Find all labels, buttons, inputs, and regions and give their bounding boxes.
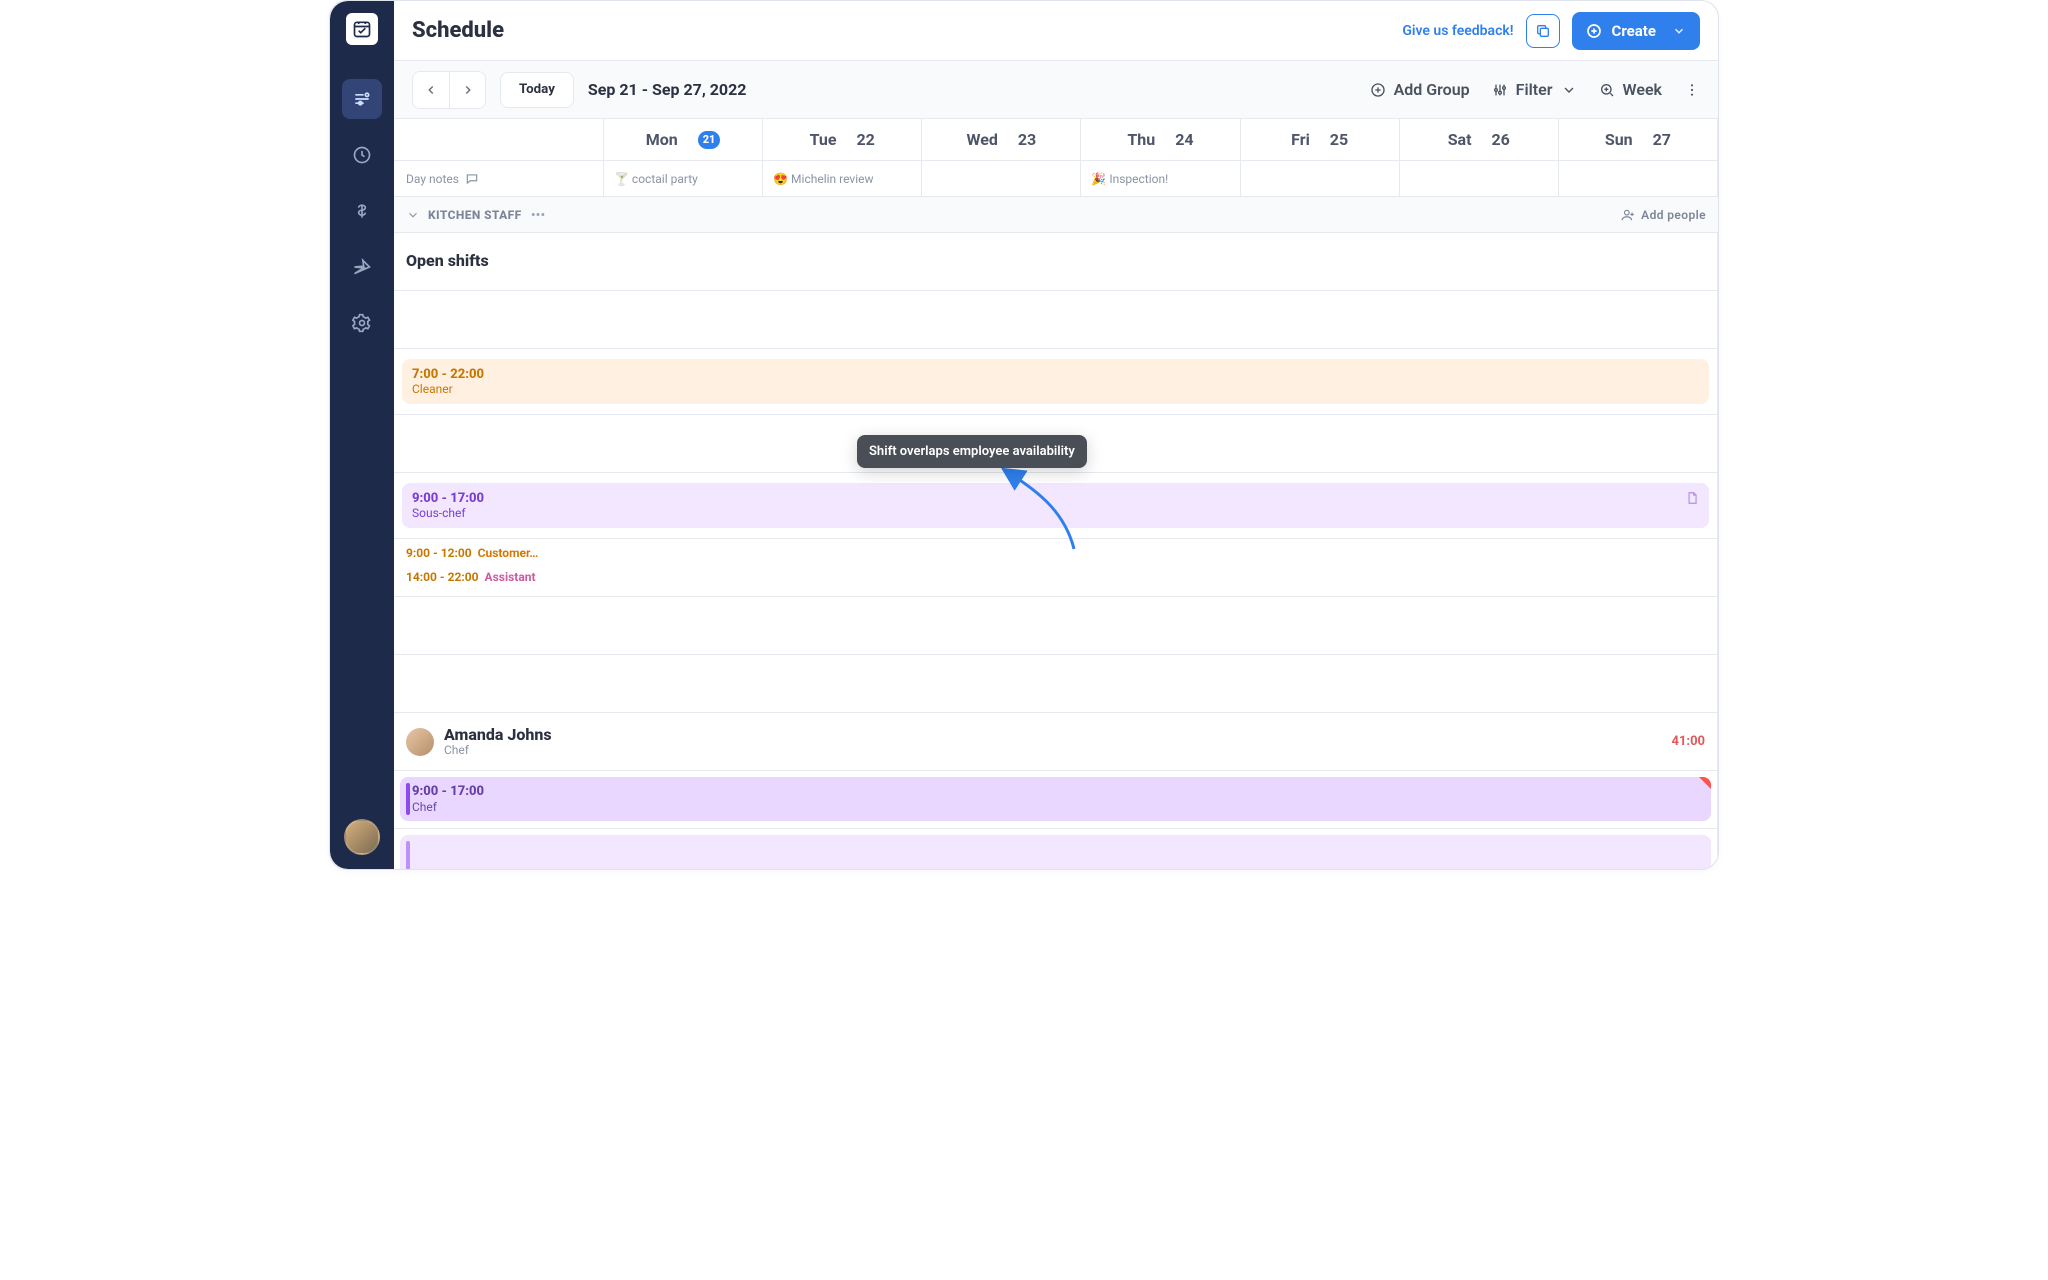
day-note-sun[interactable]: [1559, 161, 1718, 197]
create-label: Create: [1612, 22, 1656, 40]
user-avatar[interactable]: [344, 819, 380, 855]
day-notes-row: Day notes 🍸 coctail party 😍 Michelin rev…: [394, 161, 1718, 197]
brand-logo[interactable]: [346, 13, 378, 45]
group-menu-icon[interactable]: •••: [528, 208, 546, 222]
view-button[interactable]: Week: [1599, 80, 1662, 99]
day-header-thu[interactable]: Thu 24: [1081, 119, 1240, 161]
subbar: Today Sep 21 - Sep 27, 2022 Add Group Fi…: [394, 61, 1718, 119]
day-note-fri[interactable]: [1241, 161, 1400, 197]
chat-bubble-icon: [465, 172, 479, 186]
day-note-sat[interactable]: [1400, 161, 1559, 197]
employee-cell[interactable]: Amanda Johns Chef 41:00: [394, 713, 1718, 771]
warning-flag-icon: [1699, 777, 1711, 789]
open-shift-mini[interactable]: 9:00 - 12:00Customer…: [400, 543, 1711, 563]
chevron-down-icon: [406, 208, 420, 222]
day-note-thu[interactable]: 🎉 Inspection!: [1081, 161, 1240, 197]
day-header-mon[interactable]: Mon 21: [604, 119, 763, 161]
note-icon: [1685, 491, 1699, 505]
day-header-wed[interactable]: Wed 23: [922, 119, 1081, 161]
next-week-button[interactable]: [449, 72, 485, 108]
day-header-tue[interactable]: Tue 22: [763, 119, 922, 161]
prev-week-button[interactable]: [413, 72, 449, 108]
day-header-fri[interactable]: Fri 25: [1241, 119, 1400, 161]
day-notes-label: Day notes: [394, 161, 604, 197]
day-header-sun[interactable]: Sun 27: [1559, 119, 1718, 161]
day-note-tue[interactable]: 😍 Michelin review: [763, 161, 922, 197]
more-menu-icon[interactable]: [1684, 82, 1700, 98]
topbar: Schedule Give us feedback! Create: [394, 1, 1718, 61]
open-shifts-label: Open shifts: [394, 233, 1718, 291]
open-shift-card[interactable]: 9:00 - 17:00 Sous-chef: [402, 483, 1709, 528]
person-add-icon: [1621, 208, 1635, 222]
day-note-wed[interactable]: [922, 161, 1081, 197]
date-nav-segment: [412, 71, 486, 109]
nav-schedule-icon[interactable]: [342, 79, 382, 119]
shift-card-hidden[interactable]: [400, 835, 1711, 869]
nav-settings-icon[interactable]: [342, 303, 382, 343]
create-button[interactable]: Create: [1572, 12, 1700, 50]
page-title: Schedule: [412, 18, 504, 43]
add-group-button[interactable]: Add Group: [1370, 80, 1470, 99]
filter-button[interactable]: Filter: [1492, 80, 1577, 99]
add-people-button[interactable]: Add people: [1621, 208, 1706, 222]
day-header-row: Mon 21 Tue 22 Wed 23 Thu 24 Fri 25 Sat 2…: [394, 119, 1718, 161]
copy-icon-button[interactable]: [1526, 14, 1560, 48]
open-shift-mini[interactable]: 14:00 - 22:00Assistant: [400, 567, 1711, 587]
shift-card[interactable]: 9:00 - 17:00 Chef: [400, 777, 1711, 821]
open-shift-card[interactable]: 7:00 - 22:00 Cleaner: [402, 359, 1709, 404]
day-header-sat[interactable]: Sat 26: [1400, 119, 1559, 161]
day-note-mon[interactable]: 🍸 coctail party: [604, 161, 763, 197]
nav-leave-icon[interactable]: [342, 247, 382, 287]
nav-pay-icon[interactable]: [342, 191, 382, 231]
feedback-link[interactable]: Give us feedback!: [1402, 23, 1513, 39]
date-range: Sep 21 - Sep 27, 2022: [588, 80, 747, 99]
warning-tooltip: Shift overlaps employee availability: [857, 435, 1087, 468]
nav-time-icon[interactable]: [342, 135, 382, 175]
employee-avatar: [406, 728, 434, 756]
group-header-kitchen[interactable]: KITCHEN STAFF ••• Add people: [394, 197, 1718, 233]
today-button[interactable]: Today: [500, 72, 574, 108]
schedule-grid: Mon 21 Tue 22 Wed 23 Thu 24 Fri 25 Sat 2…: [394, 119, 1718, 869]
sidebar: [330, 1, 394, 869]
hours-badge: 41:00: [1672, 734, 1706, 749]
